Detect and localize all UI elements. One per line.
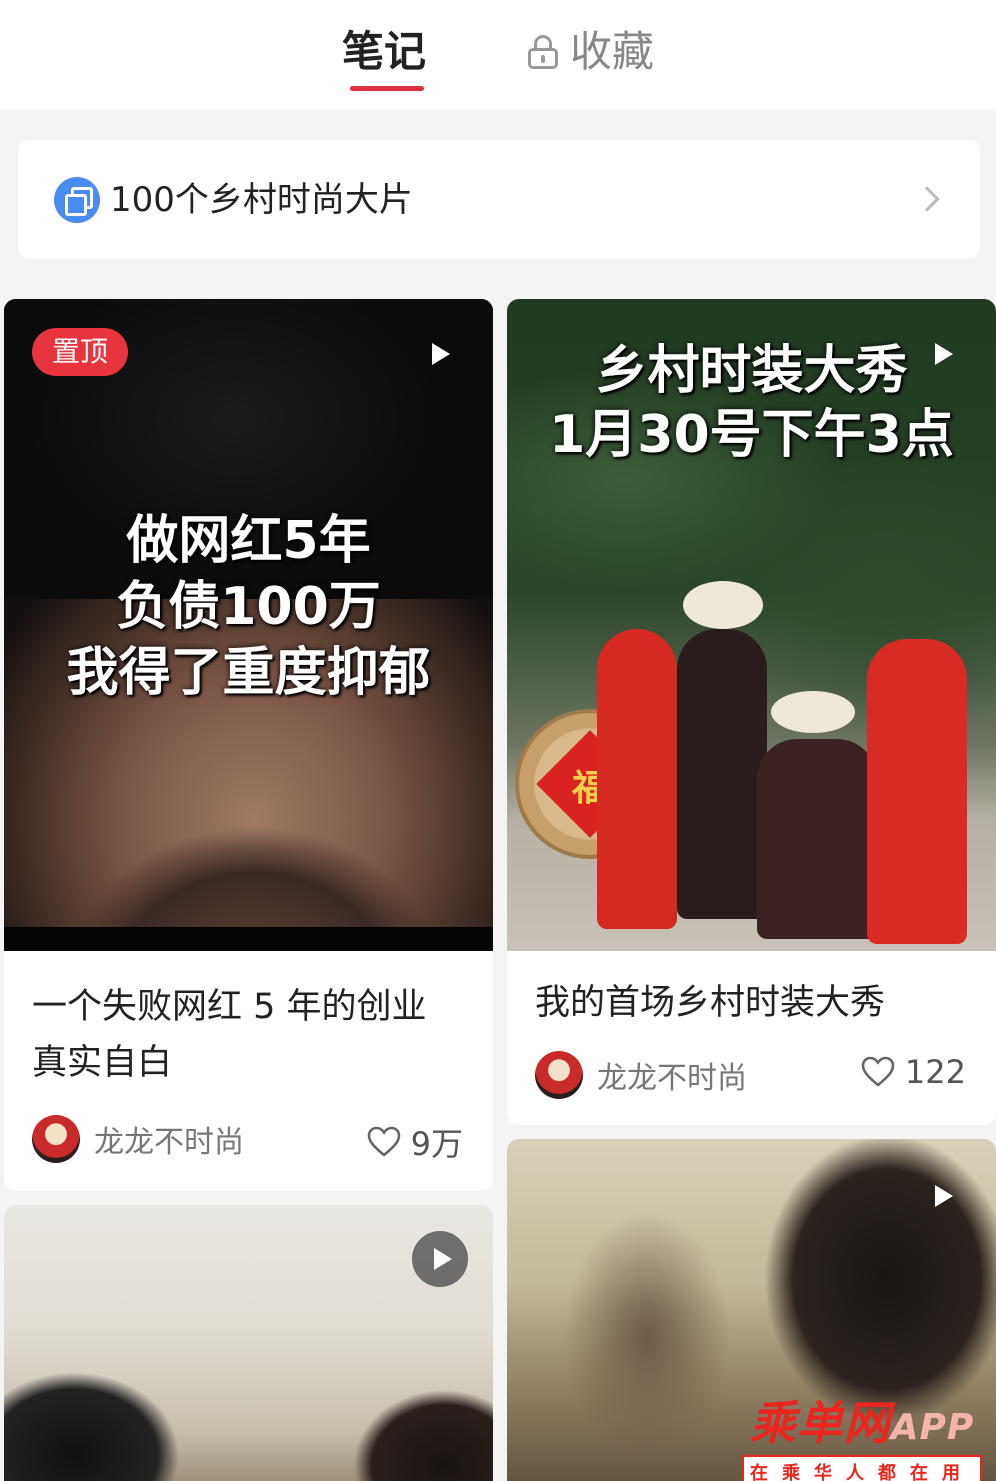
- cover-overlay-line: 1月30号下午3点: [549, 405, 954, 465]
- pinned-badge: 置顶: [32, 328, 128, 376]
- video-play-button[interactable]: [412, 1231, 468, 1287]
- note-card[interactable]: 福 乡村时装大秀 1月30号下午3点 我的首场乡村时装大秀 龙龙不时尚 122: [507, 299, 996, 1125]
- like-count: 9万: [410, 1125, 463, 1163]
- author-name: 龙龙不时尚: [94, 1125, 244, 1160]
- author[interactable]: 龙龙不时尚: [535, 1051, 747, 1099]
- like-count: 122: [904, 1053, 966, 1091]
- avatar: [535, 1051, 583, 1099]
- note-title-line: 一个失败网红 5 年的创业: [32, 987, 427, 1027]
- note-cover-image: 置顶 做网红5年 负债100万 我得了重度抑郁: [4, 299, 493, 951]
- cover-overlay-line: 我得了重度抑郁: [66, 643, 431, 703]
- watermark-logo: 乘单网APP 在乘华人都在用: [742, 1398, 982, 1481]
- video-play-icon: [434, 1248, 452, 1270]
- collection-banner[interactable]: 100个乡村时尚大片: [18, 140, 980, 258]
- chevron-right-icon: [914, 186, 940, 212]
- note-cover-image: [4, 1205, 493, 1481]
- note-card[interactable]: [4, 1205, 493, 1481]
- collection-icon: [54, 177, 100, 223]
- cover-overlay-line: 乡村时装大秀: [595, 341, 908, 401]
- author[interactable]: 龙龙不时尚: [32, 1115, 244, 1163]
- tab-favorites-label: 收藏: [570, 27, 655, 76]
- heart-icon: [367, 1126, 400, 1157]
- collection-title: 100个乡村时尚大片: [110, 180, 413, 220]
- like-button[interactable]: 9万: [367, 1119, 463, 1165]
- cover-overlay-line: 负债100万: [116, 577, 381, 637]
- note-cover-image: 福 乡村时装大秀 1月30号下午3点: [507, 299, 996, 951]
- lock-icon: [528, 35, 558, 69]
- note-title-line: 真实自白: [32, 1043, 173, 1083]
- heart-icon: [861, 1056, 895, 1087]
- like-button[interactable]: 122: [861, 1053, 966, 1091]
- author-name: 龙龙不时尚: [597, 1061, 747, 1096]
- avatar: [32, 1115, 80, 1163]
- video-play-icon: [935, 1185, 953, 1207]
- note-card[interactable]: 置顶 做网红5年 负债100万 我得了重度抑郁 一个失败网红 5 年的创业 真实…: [4, 299, 493, 1191]
- video-play-icon: [432, 343, 450, 365]
- tab-bar: 笔记 收藏: [0, 0, 996, 110]
- note-title-line: 我的首场乡村时装大秀: [535, 983, 886, 1023]
- cover-overlay-line: 做网红5年: [126, 511, 371, 571]
- tab-notes[interactable]: 笔记: [342, 22, 426, 82]
- active-tab-indicator: [350, 86, 424, 91]
- tab-favorites[interactable]: 收藏: [528, 22, 654, 82]
